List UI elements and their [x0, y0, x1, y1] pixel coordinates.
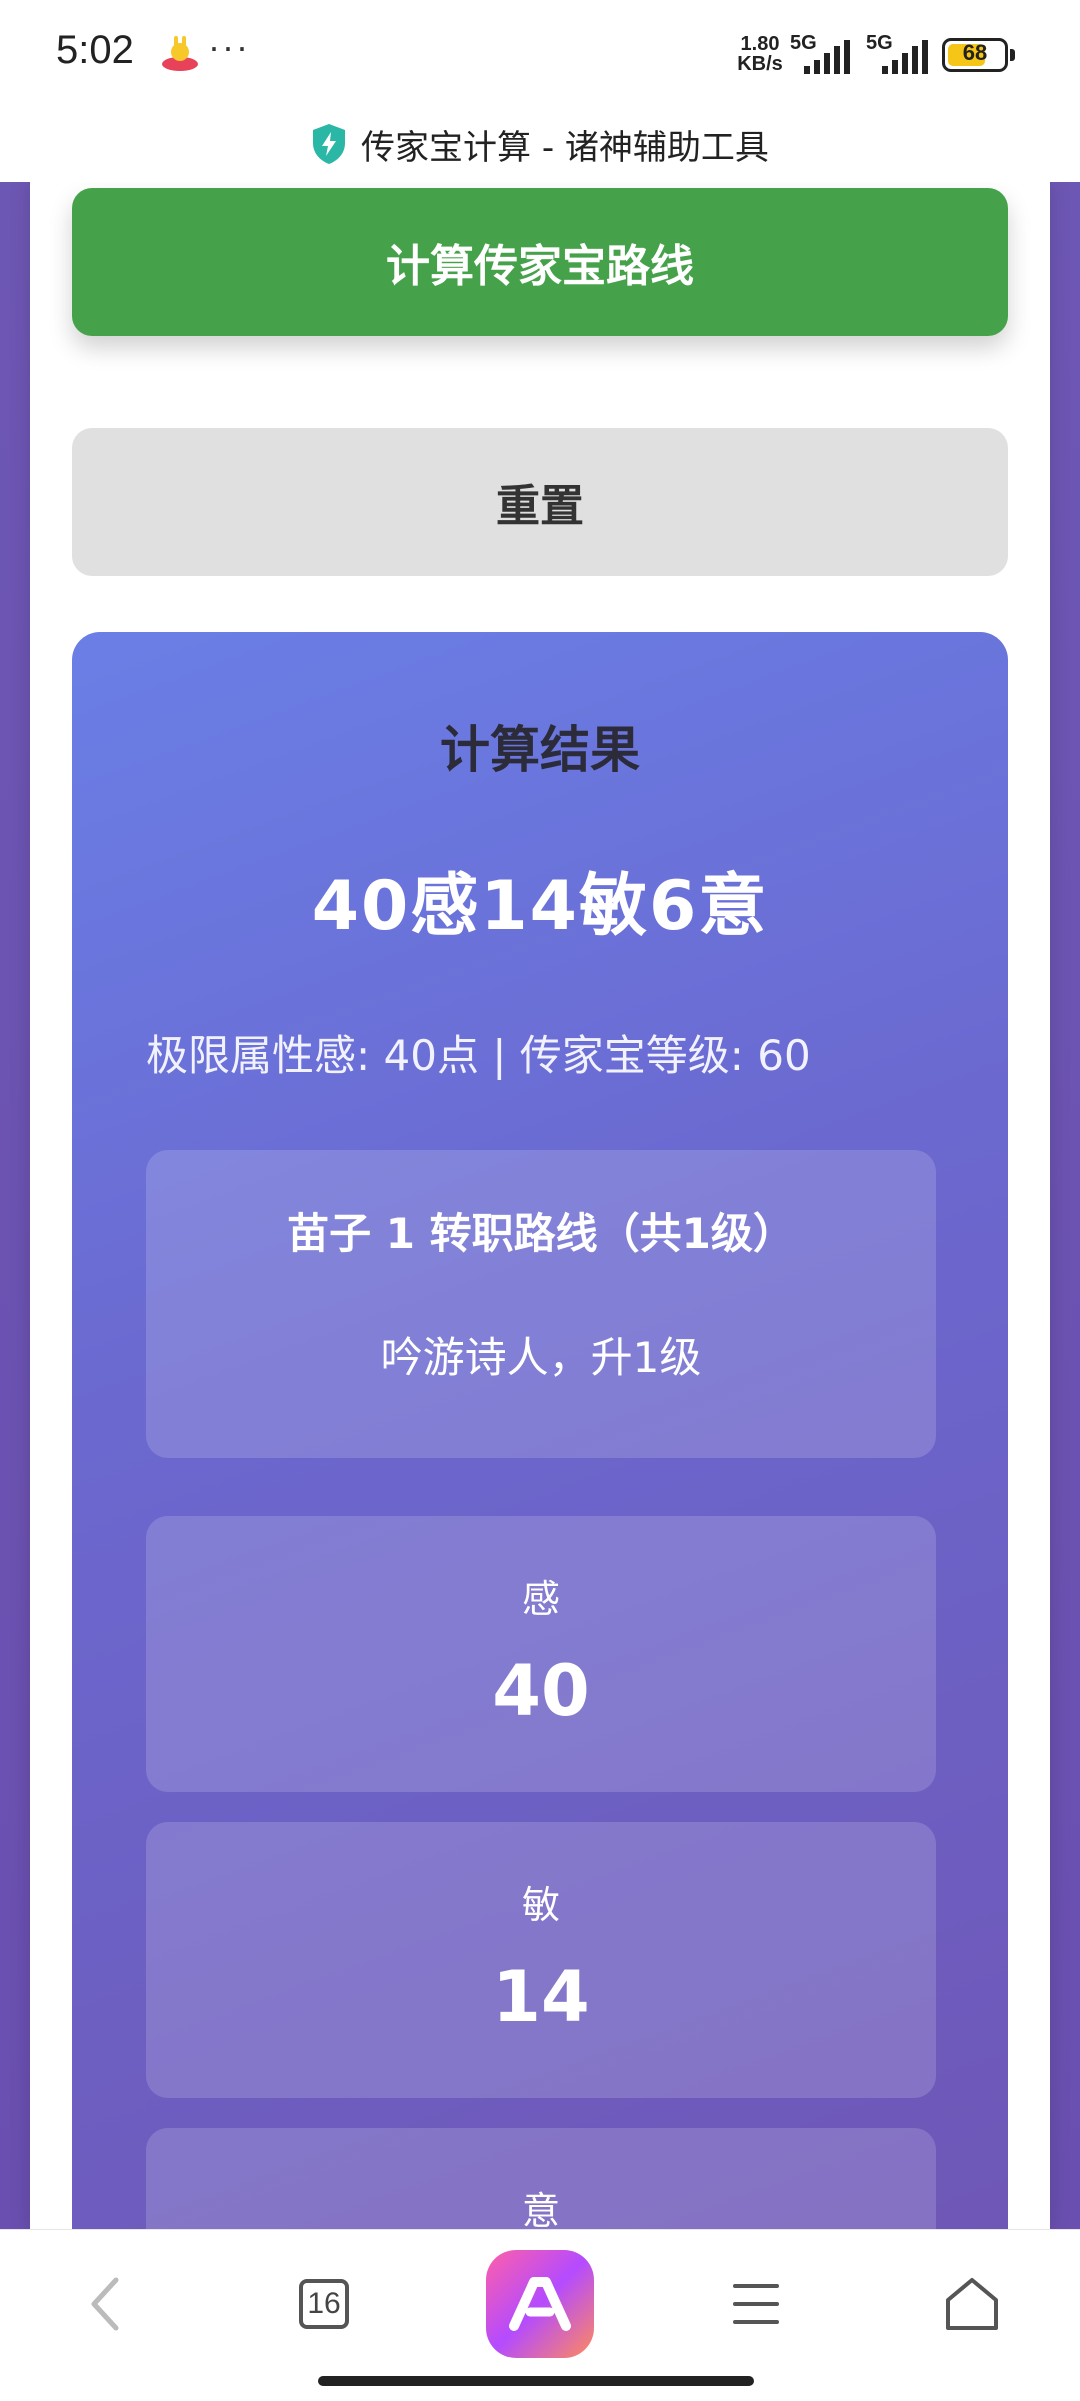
- result-info: 极限属性感: 40点 | 传家宝等级: 60: [146, 1031, 811, 1080]
- calculate-route-button[interactable]: 计算传家宝路线: [72, 188, 1008, 336]
- route-title: 苗子 1 转职路线（共1级）: [287, 1209, 795, 1258]
- result-card: 计算结果 40感14敏6意 极限属性感: 40点 | 传家宝等级: 60 苗子 …: [72, 632, 1008, 2229]
- menu-icon: [733, 2284, 779, 2324]
- web-page[interactable]: 计算传家宝路线 重置 计算结果 40感14敏6意 极限属性感: 40点 | 传家…: [0, 182, 1080, 2229]
- stat-label: 意: [521, 2189, 560, 2229]
- more-notifications-icon: ···: [208, 26, 250, 67]
- browser-title-bar: 传家宝计算 - 诸神辅助工具: [0, 106, 1080, 182]
- network-speed: 1.80 KB/s: [737, 33, 783, 75]
- stat-card: 敏 14: [146, 1822, 936, 2098]
- result-summary: 40感14敏6意: [311, 867, 769, 946]
- stat-label: 感: [521, 1577, 560, 1621]
- tabs-button[interactable]: 16: [264, 2244, 384, 2364]
- tabs-icon: 16: [299, 2279, 349, 2329]
- home-icon: [946, 2278, 998, 2330]
- app-mascot-icon: [162, 36, 198, 71]
- shield-bolt-icon: [313, 124, 346, 164]
- menu-button[interactable]: [696, 2244, 816, 2364]
- page-title: 传家宝计算 - 诸神辅助工具: [361, 127, 769, 168]
- result-title: 计算结果: [440, 721, 640, 779]
- route-description: 吟游诗人，升1级: [380, 1333, 702, 1382]
- stat-value: 40: [492, 1650, 590, 1732]
- route-card: 苗子 1 转职路线（共1级） 吟游诗人，升1级: [146, 1150, 936, 1458]
- battery-icon: 68: [942, 38, 1016, 72]
- status-time: 5:02: [56, 28, 134, 72]
- stat-card: 意: [146, 2128, 936, 2229]
- stat-label: 敏: [521, 1883, 560, 1927]
- back-icon: [91, 2277, 119, 2331]
- status-bar: 5:02 ··· 1.80 KB/s 5G 5G 68: [0, 0, 1080, 106]
- home-indicator[interactable]: [318, 2376, 754, 2386]
- stat-card: 感 40: [146, 1516, 936, 1792]
- browser-app-button[interactable]: [480, 2244, 600, 2364]
- browser-app-icon: [486, 2250, 594, 2358]
- signal-icon: 5G: [866, 32, 940, 74]
- back-button[interactable]: [46, 2244, 166, 2364]
- home-button[interactable]: [912, 2244, 1032, 2364]
- stat-value: 14: [492, 1956, 590, 2038]
- content-container: 计算传家宝路线 重置 计算结果 40感14敏6意 极限属性感: 40点 | 传家…: [30, 182, 1050, 2229]
- reset-button[interactable]: 重置: [72, 428, 1008, 576]
- browser-bottom-nav: 16: [0, 2229, 1080, 2401]
- signal-icon: 5G: [790, 32, 864, 74]
